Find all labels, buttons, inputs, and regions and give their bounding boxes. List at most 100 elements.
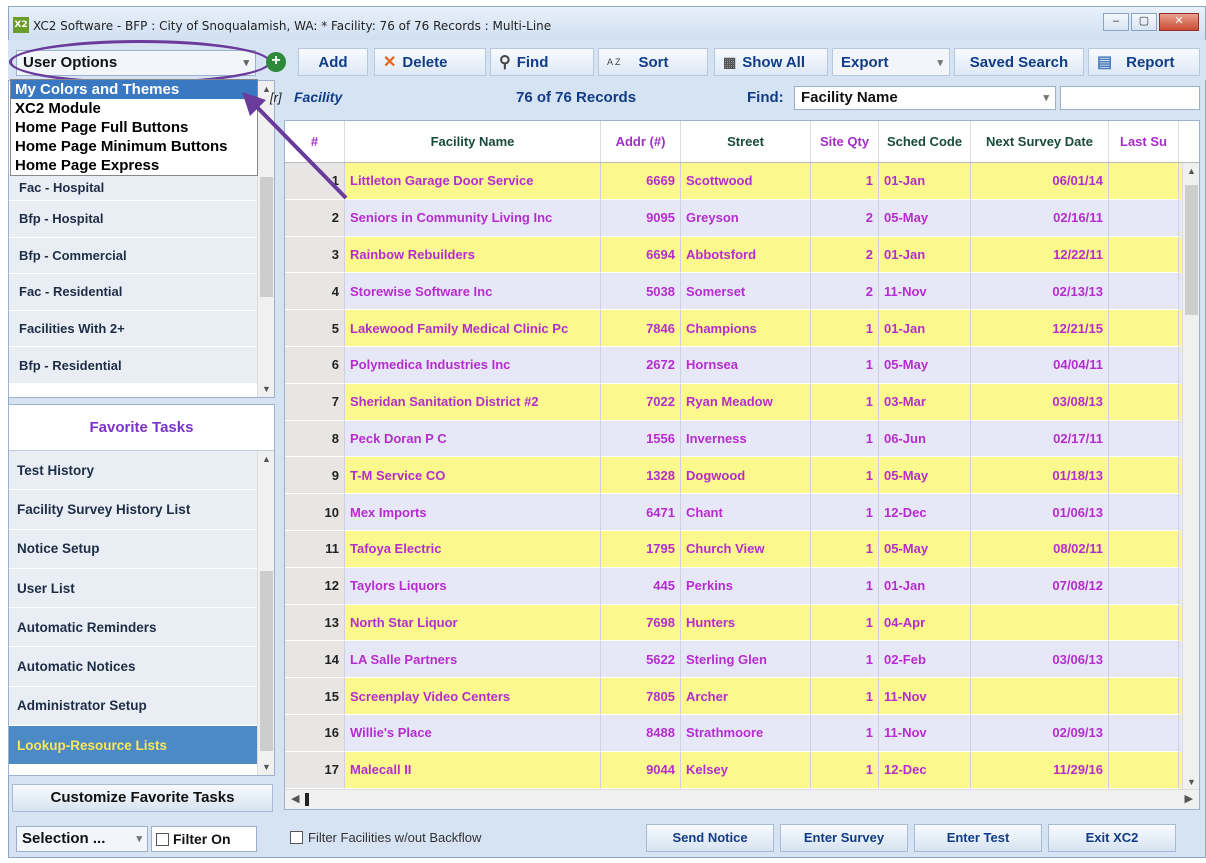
fav-item-notice-setup[interactable]: Notice Setup bbox=[9, 529, 257, 569]
last-survey-cell[interactable] bbox=[1109, 604, 1179, 642]
addr-cell[interactable]: 6669 bbox=[601, 163, 681, 200]
report-button[interactable]: ▤ Report bbox=[1088, 48, 1200, 76]
last-survey-cell[interactable] bbox=[1109, 420, 1179, 458]
last-survey-cell[interactable] bbox=[1109, 567, 1179, 605]
next-survey-date-cell[interactable]: 01/18/13 bbox=[971, 457, 1109, 495]
row-number[interactable]: 5 bbox=[285, 310, 345, 347]
exit-button[interactable]: Exit XC2 bbox=[1048, 824, 1176, 852]
row-number[interactable]: 8 bbox=[285, 420, 345, 458]
table-row[interactable]: 5 Lakewood Family Medical Clinic Pc 7846 Ch… bbox=[285, 310, 1199, 347]
next-survey-date-cell[interactable]: 07/08/12 bbox=[971, 567, 1109, 605]
site-qty-cell[interactable]: 2 bbox=[811, 236, 879, 274]
site-qty-cell[interactable]: 1 bbox=[811, 310, 879, 347]
addr-cell[interactable]: 5622 bbox=[601, 641, 681, 679]
row-number[interactable]: 13 bbox=[285, 604, 345, 642]
street-cell[interactable]: Sterling Glen bbox=[681, 641, 811, 679]
row-number[interactable]: 11 bbox=[285, 530, 345, 568]
row-number[interactable]: 7 bbox=[285, 383, 345, 421]
last-survey-cell[interactable] bbox=[1109, 678, 1179, 715]
show-all-button[interactable]: ▦ Show All bbox=[714, 48, 828, 76]
row-number[interactable]: 10 bbox=[285, 494, 345, 531]
find-button[interactable]: ⚲ Find bbox=[490, 48, 594, 76]
table-row[interactable]: 1 Littleton Garage Door Service 6669 Scottw… bbox=[285, 163, 1199, 200]
addr-cell[interactable]: 7698 bbox=[601, 604, 681, 642]
maximize-button[interactable]: ▢ bbox=[1131, 13, 1157, 31]
delete-button[interactable]: ✕ Delete bbox=[374, 48, 486, 76]
facility-name-cell[interactable]: Peck Doran P C bbox=[345, 420, 601, 458]
addr-cell[interactable]: 2672 bbox=[601, 346, 681, 384]
next-survey-date-cell[interactable]: 12/21/15 bbox=[971, 310, 1109, 347]
table-row[interactable]: 8 Peck Doran P C 1556 Inverness 1 06-Jun 02/17… bbox=[285, 420, 1199, 458]
last-survey-cell[interactable] bbox=[1109, 751, 1179, 789]
sched-code-cell[interactable]: 04-Apr bbox=[879, 604, 971, 642]
sched-code-cell[interactable]: 06-Jun bbox=[879, 420, 971, 458]
customize-favorite-tasks-button[interactable]: Customize Favorite Tasks bbox=[12, 784, 273, 812]
street-cell[interactable]: Greyson bbox=[681, 199, 811, 237]
scroll-right-icon[interactable]: ▶ bbox=[1185, 792, 1193, 805]
row-number[interactable]: 2 bbox=[285, 199, 345, 237]
list-item-bfp-residential[interactable]: Bfp - Residential bbox=[9, 347, 257, 384]
next-survey-date-cell[interactable]: 02/17/11 bbox=[971, 420, 1109, 458]
saved-search-button[interactable]: Saved Search bbox=[954, 48, 1084, 76]
scroll-down-icon[interactable]: ▼ bbox=[258, 759, 275, 775]
grid-vertical-scrollbar[interactable]: ▲ ▼ bbox=[1182, 163, 1199, 790]
sched-code-cell[interactable]: 12-Dec bbox=[879, 751, 971, 789]
street-cell[interactable]: Kelsey bbox=[681, 751, 811, 789]
row-number[interactable]: 3 bbox=[285, 236, 345, 274]
send-notice-button[interactable]: Send Notice bbox=[646, 824, 774, 852]
next-survey-date-cell[interactable]: 03/08/13 bbox=[971, 383, 1109, 421]
addr-cell[interactable]: 9095 bbox=[601, 199, 681, 237]
scroll-thumb[interactable] bbox=[305, 793, 309, 806]
site-qty-cell[interactable]: 2 bbox=[811, 273, 879, 311]
fav-item-administrator-setup[interactable]: Administrator Setup bbox=[9, 686, 257, 727]
addr-cell[interactable]: 6694 bbox=[601, 236, 681, 274]
table-row[interactable]: 2 Seniors in Community Living Inc 9095 Grey… bbox=[285, 199, 1199, 237]
sched-code-cell[interactable]: 03-Mar bbox=[879, 383, 971, 421]
facility-name-cell[interactable]: Polymedica Industries Inc bbox=[345, 346, 601, 384]
add-button[interactable]: Add bbox=[298, 48, 368, 76]
row-number[interactable]: 9 bbox=[285, 457, 345, 495]
street-cell[interactable]: Archer bbox=[681, 678, 811, 715]
col-header-sched-code[interactable]: Sched Code bbox=[879, 121, 971, 162]
table-row[interactable]: 11 Tafoya Electric 1795 Church View 1 05-May 0… bbox=[285, 530, 1199, 568]
site-qty-cell[interactable]: 1 bbox=[811, 457, 879, 495]
site-qty-cell[interactable]: 1 bbox=[811, 163, 879, 200]
next-survey-date-cell[interactable]: 04/04/11 bbox=[971, 346, 1109, 384]
last-survey-cell[interactable] bbox=[1109, 641, 1179, 679]
last-survey-cell[interactable] bbox=[1109, 236, 1179, 274]
facility-name-cell[interactable]: Mex Imports bbox=[345, 494, 601, 531]
next-survey-date-cell[interactable]: 02/13/13 bbox=[971, 273, 1109, 311]
addr-cell[interactable]: 445 bbox=[601, 567, 681, 605]
selection-select[interactable]: Selection ... ▾ bbox=[16, 826, 148, 852]
col-header-facility-name[interactable]: Facility Name bbox=[345, 121, 601, 162]
sched-code-cell[interactable]: 05-May bbox=[879, 346, 971, 384]
scroll-thumb[interactable] bbox=[260, 571, 273, 751]
next-survey-date-cell[interactable] bbox=[971, 604, 1109, 642]
site-qty-cell[interactable]: 1 bbox=[811, 383, 879, 421]
facility-name-cell[interactable]: Tafoya Electric bbox=[345, 530, 601, 568]
facility-name-cell[interactable]: Storewise Software Inc bbox=[345, 273, 601, 311]
sched-code-cell[interactable]: 02-Feb bbox=[879, 641, 971, 679]
site-qty-cell[interactable]: 1 bbox=[811, 714, 879, 752]
sched-code-cell[interactable]: 11-Nov bbox=[879, 678, 971, 715]
addr-cell[interactable]: 7846 bbox=[601, 310, 681, 347]
facility-name-cell[interactable]: Rainbow Rebuilders bbox=[345, 236, 601, 274]
add-icon[interactable]: + bbox=[266, 48, 286, 76]
table-row[interactable]: 15 Screenplay Video Centers 7805 Archer 1 11-… bbox=[285, 678, 1199, 715]
list-item-fac-hospital[interactable]: Fac - Hospital bbox=[9, 174, 257, 201]
street-cell[interactable]: Strathmoore bbox=[681, 714, 811, 752]
row-number[interactable]: 15 bbox=[285, 678, 345, 715]
col-header-num[interactable]: # bbox=[285, 121, 345, 162]
next-survey-date-cell[interactable]: 02/09/13 bbox=[971, 714, 1109, 752]
row-number[interactable]: 6 bbox=[285, 346, 345, 384]
next-survey-date-cell[interactable] bbox=[971, 678, 1109, 715]
last-survey-cell[interactable] bbox=[1109, 714, 1179, 752]
sched-code-cell[interactable]: 12-Dec bbox=[879, 494, 971, 531]
sched-code-cell[interactable]: 05-May bbox=[879, 199, 971, 237]
list-item-fac-residential[interactable]: Fac - Residential bbox=[9, 274, 257, 311]
next-survey-date-cell[interactable]: 12/22/11 bbox=[971, 236, 1109, 274]
facility-name-cell[interactable]: Sheridan Sanitation District #2 bbox=[345, 383, 601, 421]
last-survey-cell[interactable] bbox=[1109, 383, 1179, 421]
fav-item-facility-survey-history-list[interactable]: Facility Survey History List bbox=[9, 490, 257, 530]
table-row[interactable]: 9 T-M Service CO 1328 Dogwood 1 05-May 01/18/1… bbox=[285, 457, 1199, 495]
